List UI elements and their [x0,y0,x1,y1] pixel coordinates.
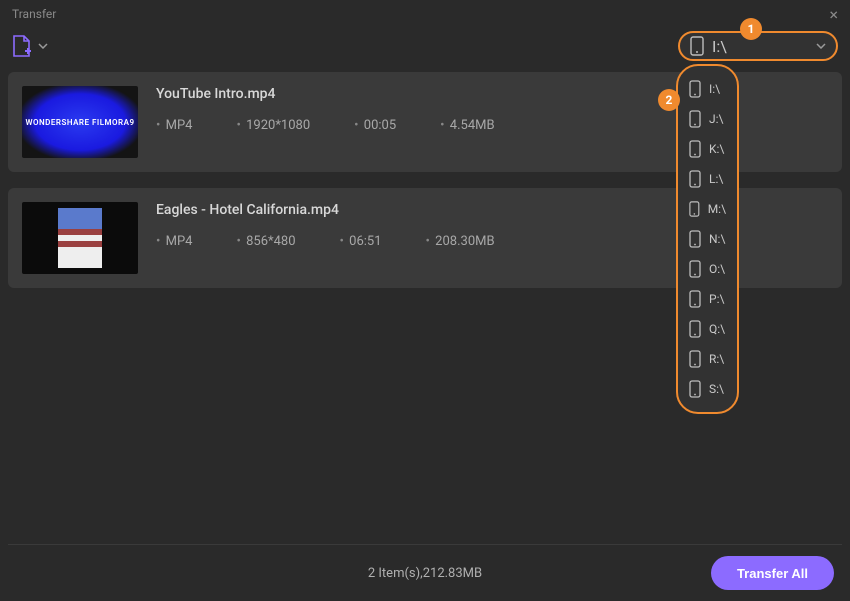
thumbnail-text: WONDERSHARE FILMORA9 [25,118,134,127]
dropdown-item[interactable]: R:\ [678,344,737,374]
thumbnail: WONDERSHARE FILMORA9 [22,86,138,158]
drive-selected-label: I:\ [712,37,727,56]
device-icon [690,36,704,56]
dropdown-item[interactable]: K:\ [678,134,737,164]
annotation-badge-1: 1 [740,18,762,40]
dropdown-item[interactable]: I:\ [678,74,737,104]
dropdown-item-label: K:\ [709,142,724,156]
dropdown-item-label: I:\ [709,82,720,96]
dropdown-item-label: M:\ [708,202,726,216]
titlebar: Transfer × [0,0,850,28]
window-title: Transfer [12,7,56,21]
chevron-down-icon [816,43,826,49]
device-icon [689,140,701,158]
dropdown-item[interactable]: P:\ [678,284,737,314]
dropdown-item[interactable]: M:\ [678,194,737,224]
device-icon [689,260,701,278]
file-size: 208.30MB [426,234,495,249]
device-icon [689,170,701,188]
add-file-icon [12,35,32,57]
thumbnail [22,202,138,274]
dropdown-item-label: R:\ [709,352,724,366]
file-duration: 06:51 [340,234,382,249]
dropdown-item[interactable]: L:\ [678,164,737,194]
annotation-badge-2: 2 [658,89,680,111]
dropdown-item-label: J:\ [709,112,723,126]
dropdown-item[interactable]: O:\ [678,254,737,284]
add-file-button[interactable] [12,35,48,57]
file-size: 4.54MB [440,118,494,133]
device-icon [689,230,701,248]
footer: 2 Item(s),212.83MB Transfer All [0,545,850,601]
toolbar: I:\ [0,28,850,64]
dropdown-item-label: N:\ [709,232,725,246]
close-icon[interactable]: × [829,5,838,24]
footer-summary: 2 Item(s),212.83MB [368,566,482,581]
dropdown-item-label: O:\ [709,262,725,276]
dropdown-item-label: Q:\ [709,322,725,336]
device-icon [689,110,701,128]
device-icon [689,290,701,308]
device-icon [689,350,701,368]
file-resolution: 1920*1080 [236,118,310,133]
dropdown-item[interactable]: J:\ [678,104,737,134]
file-format: MP4 [156,234,192,249]
file-resolution: 856*480 [236,234,295,249]
dropdown-item-label: P:\ [709,292,724,306]
transfer-all-button[interactable]: Transfer All [711,556,834,590]
thumbnail-image [58,208,102,268]
dropdown-item[interactable]: S:\ [678,374,737,404]
device-icon [689,80,701,98]
device-icon [689,200,700,218]
file-duration: 00:05 [354,118,396,133]
drive-dropdown[interactable]: I:\ J:\ K:\ L:\ M:\ N:\ O:\ P:\ Q:\ R:\ S:\ [676,64,739,414]
chevron-down-icon [38,43,48,49]
dropdown-item-label: L:\ [709,172,723,186]
dropdown-item[interactable]: N:\ [678,224,737,254]
device-icon [689,320,701,338]
dropdown-item-label: S:\ [709,382,724,396]
dropdown-item[interactable]: Q:\ [678,314,737,344]
file-format: MP4 [156,118,192,133]
device-icon [689,380,701,398]
